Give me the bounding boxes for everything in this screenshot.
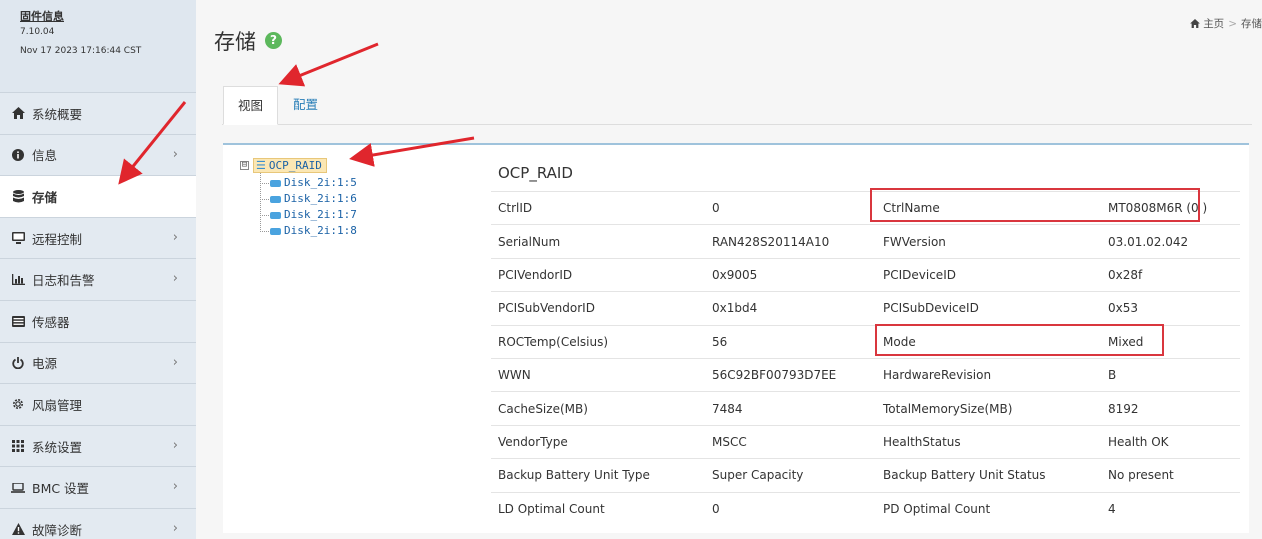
arrow-to-ocp-raid — [349, 136, 475, 167]
annotation-arrows — [118, 42, 475, 185]
arrow-to-view-tab — [278, 42, 379, 87]
arrow-to-storage-item — [118, 101, 187, 185]
